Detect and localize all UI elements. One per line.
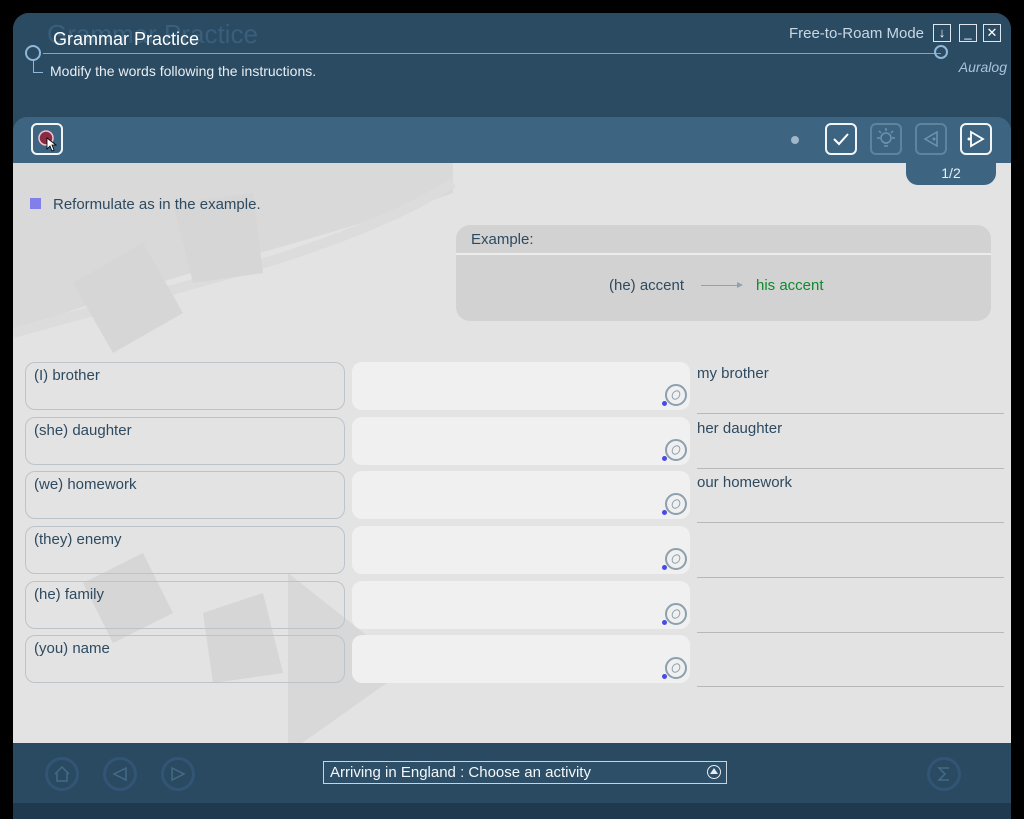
header-ring-right xyxy=(934,45,948,59)
row-solution: my brother xyxy=(697,362,1004,414)
row-solution xyxy=(697,635,1004,687)
microphone-icon[interactable] xyxy=(665,493,687,515)
next-icon-glyph xyxy=(171,766,186,782)
input-marker xyxy=(662,510,667,515)
exercise-area: Reformulate as in the example. Example: … xyxy=(13,163,1011,743)
input-marker xyxy=(662,565,667,570)
input-marker xyxy=(662,674,667,679)
row-prompt: (they) enemy xyxy=(25,526,345,574)
header-line xyxy=(43,53,941,54)
next-button[interactable] xyxy=(960,123,992,155)
answer-input[interactable] xyxy=(352,581,690,629)
header: Grammar Practice Grammar Practice Modify… xyxy=(13,13,1011,117)
record-button[interactable] xyxy=(31,123,63,155)
exercise-row: (he) family xyxy=(13,581,1011,633)
microphone-icon[interactable] xyxy=(665,603,687,625)
page-subtitle: Modify the words following the instructi… xyxy=(50,63,317,79)
summary-icon[interactable] xyxy=(927,757,961,791)
footer: Arriving in England : Choose an activity xyxy=(13,743,1011,819)
check-button[interactable] xyxy=(825,123,857,155)
row-prompt: (she) daughter xyxy=(25,417,345,465)
row-prompt: (I) brother xyxy=(25,362,345,410)
summary-icon-glyph xyxy=(937,767,949,781)
input-marker xyxy=(662,620,667,625)
row-prompt: (we) homework xyxy=(25,471,345,519)
auralog-logo: Auralog xyxy=(958,59,1007,75)
previous-icon[interactable] xyxy=(103,757,137,791)
next-icon xyxy=(967,130,985,148)
input-marker xyxy=(662,456,667,461)
minimize-button[interactable]: _ xyxy=(959,24,977,42)
page-title: Grammar Practice xyxy=(53,29,200,49)
page-indicator: 1/2 xyxy=(906,163,996,185)
hint-button[interactable] xyxy=(870,123,902,155)
row-prompt: (you) name xyxy=(25,635,345,683)
footer-bar xyxy=(13,803,1011,819)
app-window: Grammar Practice Grammar Practice Modify… xyxy=(13,13,1011,819)
answer-input[interactable] xyxy=(352,417,690,465)
instruction-text: Reformulate as in the example. xyxy=(53,196,261,213)
row-prompt: (he) family xyxy=(25,581,345,629)
microphone-icon[interactable] xyxy=(665,548,687,570)
example-question: (he) accent xyxy=(609,277,685,294)
answer-input[interactable] xyxy=(352,362,690,410)
example-label: Example: xyxy=(471,231,534,248)
example-divider xyxy=(456,253,991,255)
toolbar xyxy=(13,117,1011,163)
activity-label: Arriving in England : Choose an activity xyxy=(330,764,591,781)
next-icon[interactable] xyxy=(161,757,195,791)
arrow-icon xyxy=(701,282,743,288)
header-ring-left xyxy=(25,45,41,61)
exercise-row: (you) name xyxy=(13,635,1011,687)
row-solution xyxy=(697,526,1004,578)
exercise-row: (she) daughter her daughter xyxy=(13,417,1011,469)
close-button[interactable]: ✕ xyxy=(983,24,1001,42)
home-icon-glyph xyxy=(54,765,70,782)
exercise-row: (we) homework our homework xyxy=(13,471,1011,523)
exercise-row: (I) brother my brother xyxy=(13,362,1011,414)
mode-label[interactable]: Free-to-Roam Mode xyxy=(789,25,924,42)
record-icon xyxy=(38,130,58,152)
lightbulb-icon xyxy=(877,128,895,147)
activity-selector[interactable]: Arriving in England : Choose an activity xyxy=(323,761,727,784)
example-box: Example: (he) accent his accent xyxy=(456,225,991,321)
row-solution xyxy=(697,581,1004,633)
microphone-icon[interactable] xyxy=(665,384,687,406)
microphone-icon[interactable] xyxy=(665,657,687,679)
answer-input[interactable] xyxy=(352,635,690,683)
download-button[interactable]: ↓ xyxy=(933,24,951,42)
previous-icon xyxy=(923,130,938,148)
chevron-up-icon[interactable] xyxy=(707,765,721,779)
instruction-bullet xyxy=(30,198,41,209)
header-connector-h xyxy=(33,72,43,73)
row-solution: her daughter xyxy=(697,417,1004,469)
input-marker xyxy=(662,401,667,406)
answer-input[interactable] xyxy=(352,471,690,519)
status-dot xyxy=(791,136,799,144)
row-solution: our homework xyxy=(697,471,1004,523)
microphone-icon[interactable] xyxy=(665,439,687,461)
previous-icon-glyph xyxy=(112,766,127,782)
exercise-row: (they) enemy xyxy=(13,526,1011,578)
example-answer: his accent xyxy=(756,277,824,294)
home-icon[interactable] xyxy=(45,757,79,791)
previous-button[interactable] xyxy=(915,123,947,155)
answer-input[interactable] xyxy=(352,526,690,574)
check-icon xyxy=(833,133,849,146)
